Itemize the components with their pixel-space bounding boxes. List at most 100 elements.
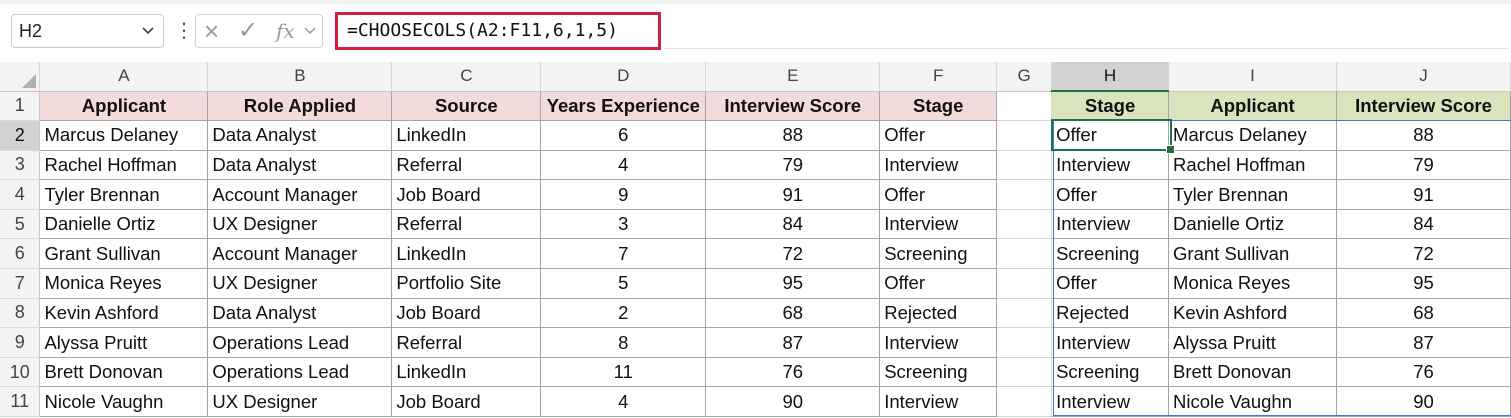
spill-cell-h11[interactable]: Interview — [1051, 386, 1170, 418]
spill-cell-j3[interactable]: 79 — [1336, 150, 1511, 181]
cell-d8[interactable]: 2 — [540, 298, 707, 329]
cell-e4[interactable]: 91 — [705, 179, 881, 210]
header-cell-a1[interactable]: Applicant — [39, 91, 209, 122]
cell-e9[interactable]: 87 — [705, 327, 881, 358]
spill-cell-j8[interactable]: 68 — [1336, 298, 1511, 329]
cell-d6[interactable]: 7 — [540, 238, 707, 270]
spill-cell-j10[interactable]: 76 — [1336, 357, 1511, 388]
column-header-f[interactable]: F — [879, 62, 998, 92]
cell-d7[interactable]: 5 — [540, 268, 707, 299]
cell-f2[interactable]: Offer — [879, 120, 998, 151]
more-options-icon[interactable]: ⋮ — [174, 18, 194, 44]
spill-cell-j7[interactable]: 95 — [1336, 268, 1511, 299]
cell-b10[interactable]: Operations Lead — [207, 357, 393, 388]
spill-cell-h8[interactable]: Rejected — [1051, 298, 1170, 329]
cell-e6[interactable]: 72 — [705, 238, 881, 270]
column-header-b[interactable]: B — [207, 62, 393, 92]
cell-b5[interactable]: UX Designer — [207, 209, 393, 240]
cell-a6[interactable]: Grant Sullivan — [39, 238, 209, 270]
select-all-corner[interactable] — [0, 62, 41, 92]
spill-cell-i2[interactable]: Marcus Delaney — [1168, 120, 1337, 151]
cell-c7[interactable]: Portfolio Site — [391, 268, 542, 299]
cell-f3[interactable]: Interview — [879, 150, 998, 181]
cancel-icon[interactable]: × — [204, 15, 219, 47]
cell-g7[interactable] — [996, 268, 1053, 299]
cell-e7[interactable]: 95 — [705, 268, 881, 299]
spill-cell-i3[interactable]: Rachel Hoffman — [1168, 150, 1337, 181]
spill-cell-j4[interactable]: 91 — [1336, 179, 1511, 210]
row-header-10[interactable]: 10 — [0, 357, 41, 388]
cell-f10[interactable]: Screening — [879, 357, 998, 388]
cell-g5[interactable] — [996, 209, 1053, 240]
cell-a5[interactable]: Danielle Ortiz — [39, 209, 209, 240]
cell-c8[interactable]: Job Board — [391, 298, 542, 329]
row-header-1[interactable]: 1 — [0, 91, 41, 122]
spill-cell-h3[interactable]: Interview — [1051, 150, 1170, 181]
enter-icon[interactable]: ✓ — [238, 15, 258, 47]
row-header-11[interactable]: 11 — [0, 386, 41, 418]
result-header-j1[interactable]: Interview Score — [1336, 91, 1511, 122]
cell-d5[interactable]: 3 — [540, 209, 707, 240]
column-header-j[interactable]: J — [1336, 62, 1511, 92]
spill-cell-i6[interactable]: Grant Sullivan — [1168, 238, 1337, 270]
cell-g11[interactable] — [996, 386, 1053, 418]
cell-g8[interactable] — [996, 298, 1053, 329]
spill-cell-j9[interactable]: 87 — [1336, 327, 1511, 358]
row-header-6[interactable]: 6 — [0, 238, 41, 270]
spill-cell-j6[interactable]: 72 — [1336, 238, 1511, 270]
spill-cell-h10[interactable]: Screening — [1051, 357, 1170, 388]
cell-b6[interactable]: Account Manager — [207, 238, 393, 270]
cell-d11[interactable]: 4 — [540, 386, 707, 418]
row-header-3[interactable]: 3 — [0, 150, 41, 181]
cell-d3[interactable]: 4 — [540, 150, 707, 181]
spill-cell-i9[interactable]: Alyssa Pruitt — [1168, 327, 1337, 358]
cell-e10[interactable]: 76 — [705, 357, 881, 388]
cell-b9[interactable]: Operations Lead — [207, 327, 393, 358]
cell-f8[interactable]: Rejected — [879, 298, 998, 329]
cell-a11[interactable]: Nicole Vaughn — [39, 386, 209, 418]
cell-a7[interactable]: Monica Reyes — [39, 268, 209, 299]
cell-b2[interactable]: Data Analyst — [207, 120, 393, 151]
column-header-d[interactable]: D — [540, 62, 707, 92]
spill-cell-h9[interactable]: Interview — [1051, 327, 1170, 358]
cell-e11[interactable]: 90 — [705, 386, 881, 418]
cell-e2[interactable]: 88 — [705, 120, 881, 151]
cell-b3[interactable]: Data Analyst — [207, 150, 393, 181]
cell-c6[interactable]: LinkedIn — [391, 238, 542, 270]
result-header-i1[interactable]: Applicant — [1168, 91, 1337, 122]
cell-g6[interactable] — [996, 238, 1053, 270]
cell-e5[interactable]: 84 — [705, 209, 881, 240]
cell-c10[interactable]: LinkedIn — [391, 357, 542, 388]
row-header-4[interactable]: 4 — [0, 179, 41, 210]
cell-a4[interactable]: Tyler Brennan — [39, 179, 209, 210]
row-header-2[interactable]: 2 — [0, 120, 41, 151]
cell-f5[interactable]: Interview — [879, 209, 998, 240]
chevron-down-icon[interactable] — [304, 15, 316, 59]
cell-b11[interactable]: UX Designer — [207, 386, 393, 418]
row-header-8[interactable]: 8 — [0, 298, 41, 329]
cell-f11[interactable]: Interview — [879, 386, 998, 418]
cell-a8[interactable]: Kevin Ashford — [39, 298, 209, 329]
insert-function-icon[interactable]: fx — [276, 15, 295, 47]
cell-e8[interactable]: 68 — [705, 298, 881, 329]
spill-cell-h7[interactable]: Offer — [1051, 268, 1170, 299]
header-cell-e1[interactable]: Interview Score — [705, 91, 881, 122]
cell-g4[interactable] — [996, 179, 1053, 210]
header-cell-c1[interactable]: Source — [391, 91, 542, 122]
column-header-i[interactable]: I — [1168, 62, 1337, 92]
spill-cell-i4[interactable]: Tyler Brennan — [1168, 179, 1337, 210]
column-header-c[interactable]: C — [391, 62, 542, 92]
spill-cell-i7[interactable]: Monica Reyes — [1168, 268, 1337, 299]
column-header-a[interactable]: A — [39, 62, 209, 92]
cell-c4[interactable]: Job Board — [391, 179, 542, 210]
cell-f9[interactable]: Interview — [879, 327, 998, 358]
cell-g2[interactable] — [996, 120, 1053, 151]
spill-cell-h6[interactable]: Screening — [1051, 238, 1170, 270]
spill-cell-h5[interactable]: Interview — [1051, 209, 1170, 240]
cell-f7[interactable]: Offer — [879, 268, 998, 299]
cell-b4[interactable]: Account Manager — [207, 179, 393, 210]
spill-cell-i11[interactable]: Nicole Vaughn — [1168, 386, 1337, 418]
spill-cell-h2[interactable]: Offer — [1051, 120, 1170, 151]
cell-c2[interactable]: LinkedIn — [391, 120, 542, 151]
cell-d2[interactable]: 6 — [540, 120, 707, 151]
